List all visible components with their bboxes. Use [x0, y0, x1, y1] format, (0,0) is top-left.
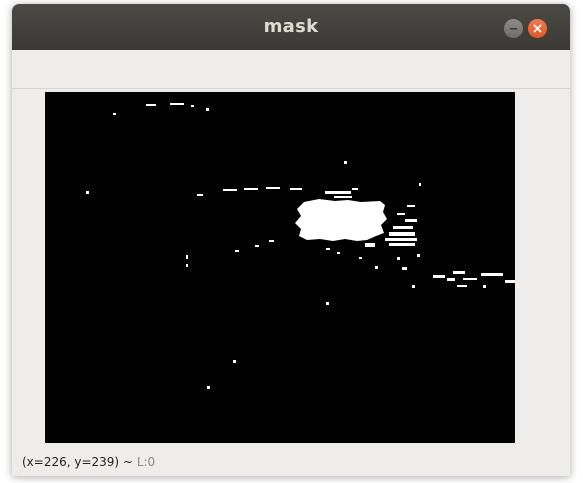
image-canvas-area	[12, 89, 570, 451]
close-icon	[533, 24, 542, 33]
status-bar: (x=226, y=239) ~ L:0	[12, 451, 570, 476]
close-button[interactable]	[528, 19, 547, 38]
toolbar-area	[12, 50, 570, 89]
level-indicator: L:0	[136, 455, 156, 469]
pixel-coordinates: (x=226, y=239) ~	[22, 455, 133, 469]
minimize-button[interactable]	[504, 19, 523, 38]
status-text: (x=226, y=239) ~ L:0	[22, 455, 155, 469]
mask-window: mask (x=226, y=239) ~ L:0	[12, 4, 570, 476]
window-title: mask	[263, 16, 319, 37]
mask-image[interactable]	[45, 92, 515, 443]
title-bar[interactable]: mask	[12, 4, 570, 50]
minimize-icon	[510, 28, 517, 30]
